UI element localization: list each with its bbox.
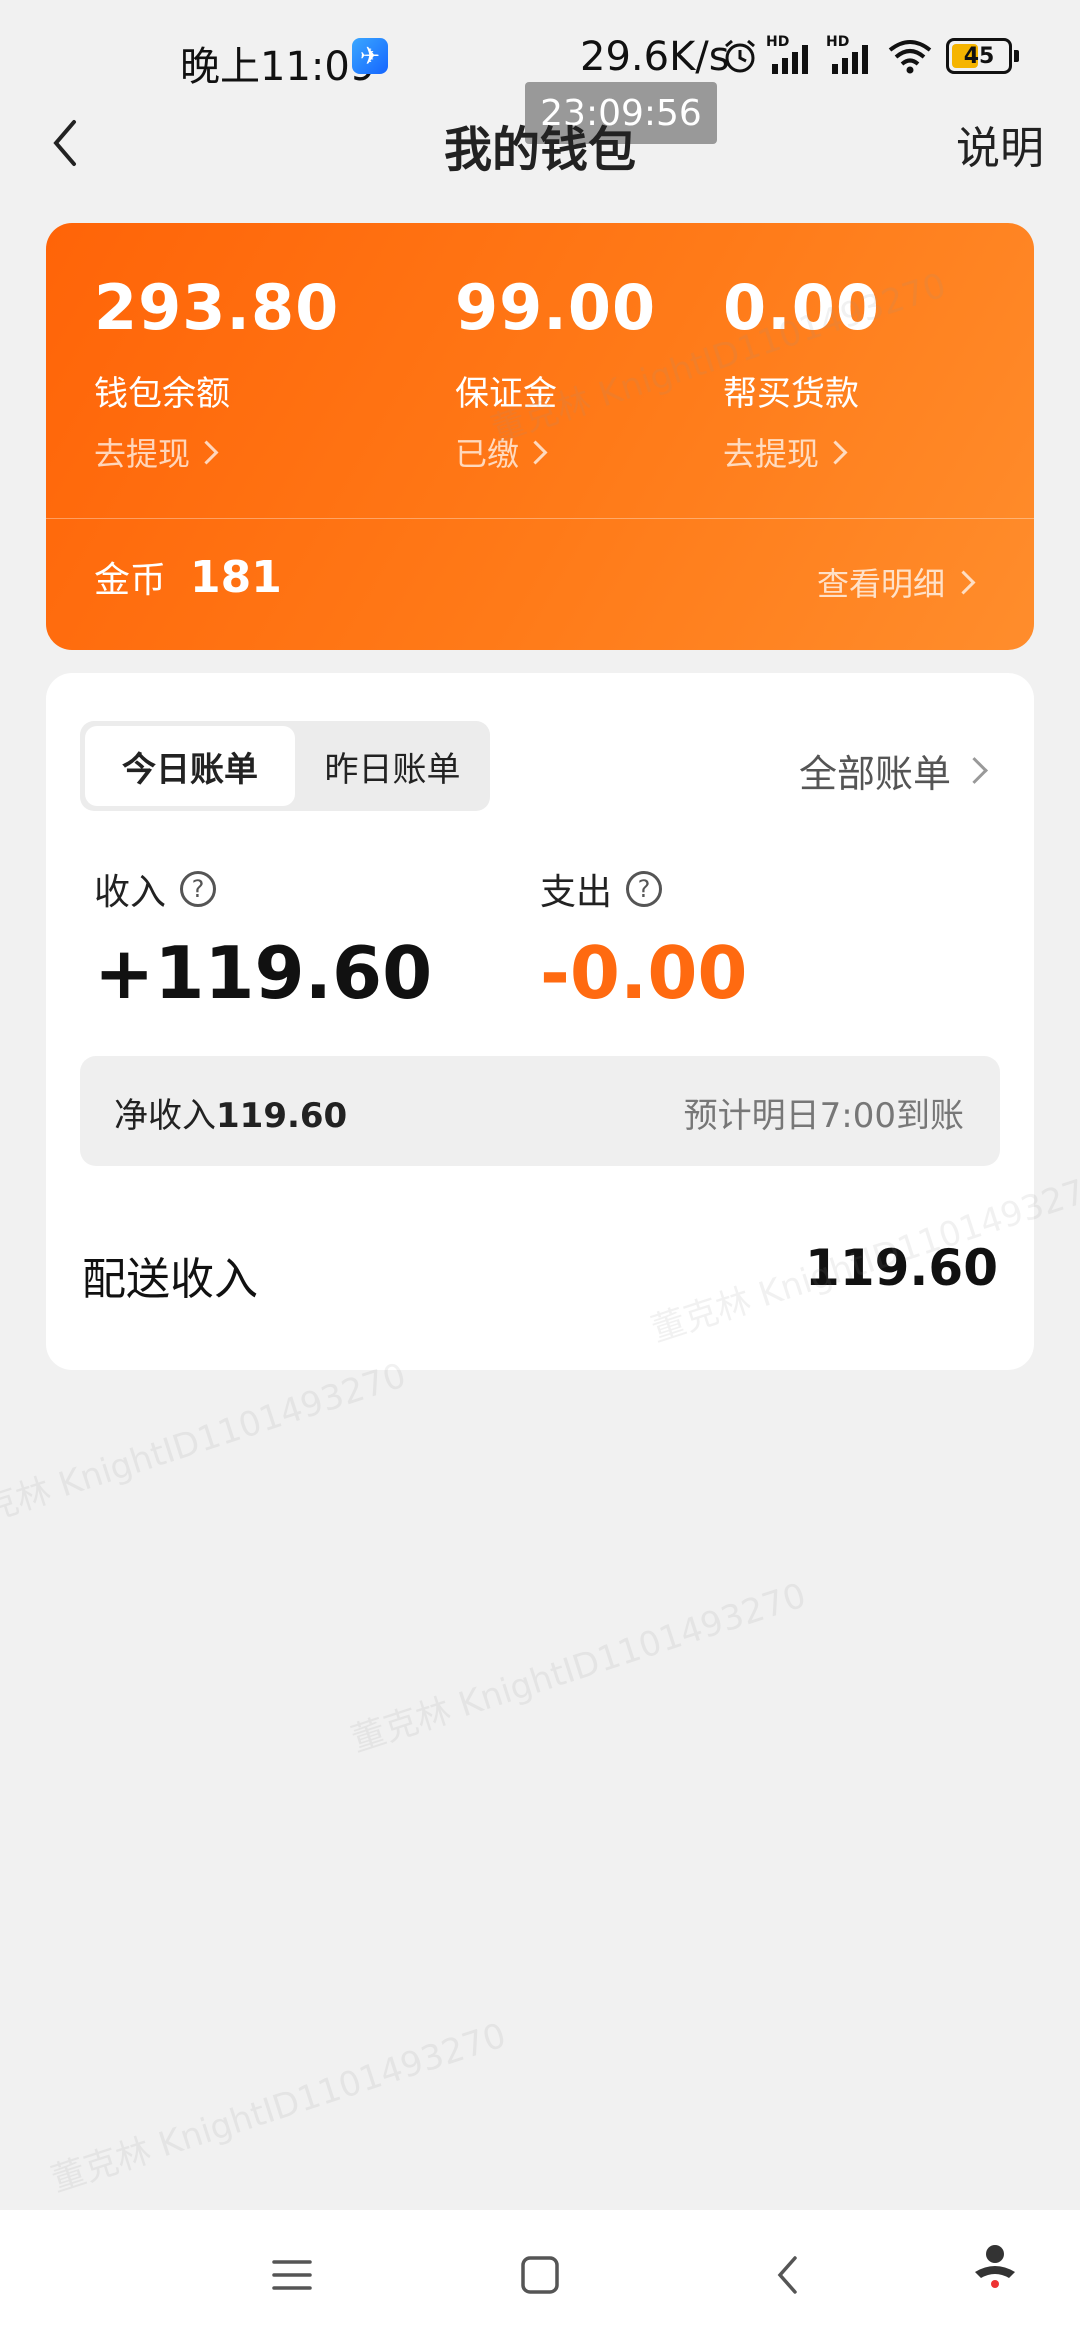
expense-stat: 支出 ? -0.00 xyxy=(540,863,748,1015)
signal-icon-sim2: HD xyxy=(826,34,880,76)
view-details-label: 查看明细 xyxy=(816,565,945,603)
alarm-icon xyxy=(725,39,755,73)
expense-value: -0.00 xyxy=(540,931,748,1015)
coin-value: 181 xyxy=(190,551,282,603)
withdraw-purchase-funds-label: 去提现 xyxy=(723,435,820,473)
net-income-box: 净收入119.60 预计明日7:00到账 xyxy=(80,1056,1000,1166)
coin-label: 金币 xyxy=(94,560,167,601)
status-time: 晚上11:09 xyxy=(180,44,376,90)
menu-icon xyxy=(272,2260,312,2290)
hd-label: HD xyxy=(766,34,790,50)
help-circle-icon[interactable]: ? xyxy=(626,871,663,907)
watermark-text: 董克林 KnightID1101493270 xyxy=(346,1575,811,1761)
corner-logo-icon xyxy=(930,2240,1060,2320)
deposit-status-link[interactable]: 已缴 xyxy=(455,429,656,475)
nav-back-button[interactable] xyxy=(752,2240,822,2310)
all-bills-label: 全部账单 xyxy=(798,752,951,796)
status-icons: HD HD 45 xyxy=(720,34,1019,78)
delivery-income-label: 配送收入 xyxy=(82,1254,258,1305)
help-circle-icon[interactable]: ? xyxy=(180,871,217,907)
system-nav-bar xyxy=(0,2210,1080,2340)
home-button[interactable] xyxy=(505,2240,575,2310)
chevron-right-icon xyxy=(194,439,219,465)
page-title: 我的钱包 xyxy=(443,122,636,178)
all-bills-link[interactable]: 全部账单 xyxy=(798,743,988,798)
wallet-balance-amount: 293.80 xyxy=(94,271,340,344)
watermark-text: 董克林 KnightID1101493270 xyxy=(46,2015,511,2201)
chevron-right-icon xyxy=(951,569,976,595)
card-divider xyxy=(46,518,1034,519)
battery-icon: 45 xyxy=(946,38,1019,74)
tab-yesterday-bill[interactable]: 昨日账单 xyxy=(300,726,485,806)
net-income-value: 119.60 xyxy=(216,1096,348,1136)
chevron-right-icon xyxy=(823,439,848,465)
hd-label: HD xyxy=(826,34,850,50)
home-square-icon xyxy=(521,2256,559,2294)
wallet-balance-label: 钱包余额 xyxy=(94,374,230,414)
arrival-eta: 预计明日7:00到账 xyxy=(683,1096,964,1136)
watermark-text: 董克林 KnightID1101493270 xyxy=(0,1355,411,1541)
income-stat: 收入 ? +119.60 xyxy=(94,863,432,1015)
battery-level: 45 xyxy=(963,43,995,69)
network-speed: 29.6K/s xyxy=(580,34,730,80)
wifi-icon xyxy=(888,40,932,74)
chevron-right-icon xyxy=(961,757,988,784)
help-button[interactable]: 说明 xyxy=(956,112,1044,176)
withdraw-balance-label: 去提现 xyxy=(94,435,191,473)
chevron-right-icon xyxy=(523,439,548,465)
net-income: 净收入119.60 xyxy=(114,1088,347,1137)
withdraw-purchase-funds-link[interactable]: 去提现 xyxy=(723,429,880,475)
coin-row: 金币 181 xyxy=(94,551,282,603)
expense-label: 支出 xyxy=(540,872,613,913)
bill-tabs: 今日账单 昨日账单 xyxy=(80,721,490,811)
nav-back-icon xyxy=(777,2256,797,2294)
purchase-funds-label: 帮买货款 xyxy=(723,374,859,414)
app-notification-icon: ✈ xyxy=(352,38,388,74)
signal-icon-sim1: HD xyxy=(766,34,820,76)
deposit-amount: 99.00 xyxy=(455,271,657,344)
income-value: +119.60 xyxy=(94,931,433,1015)
net-income-label: 净收入 xyxy=(114,1096,216,1136)
view-details-link[interactable]: 查看明细 xyxy=(816,559,976,605)
income-label: 收入 xyxy=(94,872,167,913)
wallet-balance-item: 293.80 钱包余额 去提现 xyxy=(94,271,339,475)
menu-button[interactable] xyxy=(257,2240,327,2310)
withdraw-balance-link[interactable]: 去提现 xyxy=(94,429,339,475)
tab-today-bill[interactable]: 今日账单 xyxy=(85,726,295,806)
